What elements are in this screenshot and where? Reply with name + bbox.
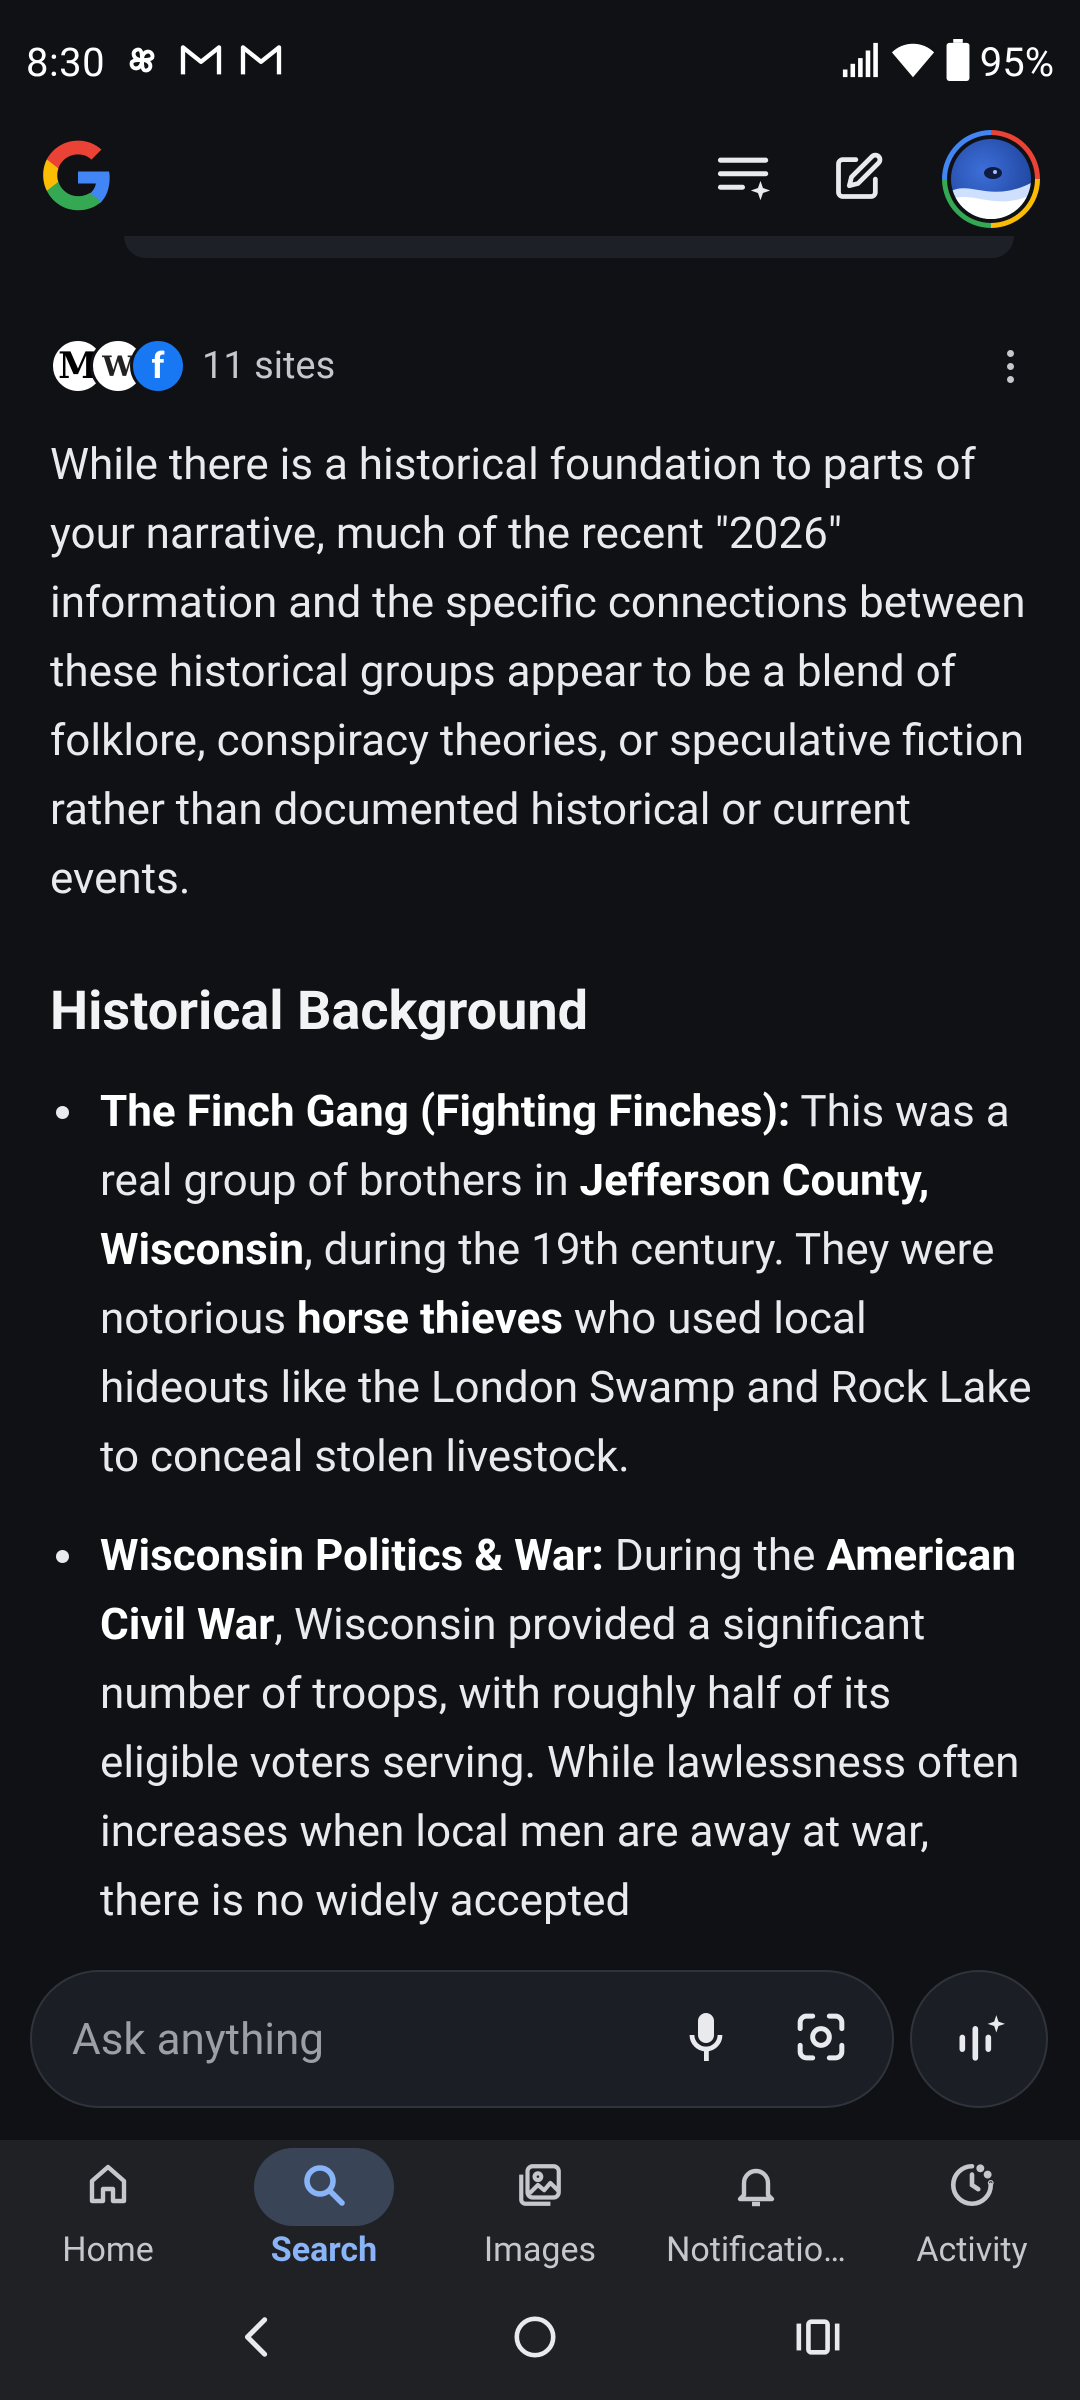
- bullet-bold: horse thieves: [297, 1292, 563, 1344]
- system-nav-bar: [0, 2278, 1080, 2400]
- status-left: 8:30: [26, 39, 283, 86]
- nav-pill: [902, 2148, 1042, 2226]
- nav-label: Activity: [916, 2230, 1028, 2270]
- bullet-finch-gang: The Finch Gang (Fighting Finches): This …: [50, 1077, 1035, 1491]
- lens-camera-icon[interactable]: [796, 2012, 846, 2066]
- nav-pill-active: [254, 2148, 394, 2226]
- avatar-image: [951, 139, 1031, 219]
- battery-icon: [946, 39, 970, 85]
- battery-percent: 95%: [979, 38, 1054, 86]
- bullet-title: The Finch Gang (Fighting Finches):: [100, 1085, 791, 1137]
- gmail-icon: [239, 42, 283, 82]
- bullet-text: During the: [603, 1529, 827, 1581]
- pinwheel-icon: [121, 39, 163, 85]
- nav-images[interactable]: Images: [432, 2140, 648, 2278]
- voice-sparkle-icon[interactable]: [910, 1970, 1048, 2108]
- bell-icon: [732, 2161, 780, 2213]
- content-fade: [0, 1930, 1080, 1970]
- status-time: 8:30: [26, 38, 106, 86]
- bullet-title: Wisconsin Politics & War:: [100, 1529, 604, 1581]
- ask-placeholder[interactable]: Ask anything: [72, 2013, 686, 2065]
- profile-avatar[interactable]: [942, 130, 1040, 228]
- nav-home[interactable]: Home: [0, 2140, 216, 2278]
- answer-intro: While there is a historical foundation t…: [50, 438, 1026, 904]
- home-circle-icon[interactable]: [512, 2314, 558, 2364]
- nav-pill: [38, 2148, 178, 2226]
- nav-label: Notificatio…: [666, 2230, 846, 2270]
- ask-icons: [686, 2011, 846, 2067]
- more-options-icon[interactable]: [990, 336, 1030, 396]
- wifi-icon: [890, 40, 936, 84]
- home-icon: [84, 2161, 132, 2213]
- nav-pill: [470, 2148, 610, 2226]
- nav-pill: [686, 2148, 826, 2226]
- recents-icon[interactable]: [795, 2317, 841, 2361]
- activity-icon: [947, 2160, 997, 2214]
- status-bar: 8:30 95%: [0, 0, 1080, 124]
- sources-row[interactable]: M W f 11 sites: [50, 336, 1030, 396]
- app-bar: [0, 124, 1080, 234]
- section-heading: Historical Background: [50, 980, 589, 1043]
- google-logo[interactable]: [40, 139, 116, 219]
- search-icon: [300, 2161, 348, 2213]
- edit-icon[interactable]: [832, 151, 884, 207]
- bottom-nav: Home Search Images Notificatio… Activity: [0, 2140, 1080, 2278]
- gmail-icon: [179, 42, 223, 82]
- ask-input[interactable]: Ask anything: [30, 1970, 894, 2108]
- mic-icon[interactable]: [686, 2011, 726, 2067]
- nav-notifications[interactable]: Notificatio…: [648, 2140, 864, 2278]
- signal-icon: [840, 41, 880, 83]
- avatar-inner: [947, 135, 1035, 223]
- nav-activity[interactable]: Activity: [864, 2140, 1080, 2278]
- status-right: 95%: [840, 39, 1054, 86]
- app-bar-actions: [716, 130, 1040, 228]
- images-icon: [515, 2160, 565, 2214]
- back-icon[interactable]: [239, 2314, 275, 2364]
- history-icon[interactable]: [716, 153, 774, 205]
- nav-label: Images: [483, 2230, 597, 2270]
- previous-card-edge: [124, 236, 1014, 258]
- bullet-wisconsin-politics: Wisconsin Politics & War: During the Ame…: [50, 1521, 1035, 1935]
- nav-search[interactable]: Search: [216, 2140, 432, 2278]
- facebook-icon: f: [130, 338, 186, 394]
- nav-label: Search: [270, 2230, 378, 2270]
- source-icons: M W f: [50, 338, 186, 394]
- nav-label: Home: [62, 2230, 154, 2270]
- bullet-list: The Finch Gang (Fighting Finches): This …: [50, 1077, 1035, 1935]
- ai-answer: While there is a historical foundation t…: [50, 430, 1035, 1965]
- sources-count: 11 sites: [202, 344, 336, 388]
